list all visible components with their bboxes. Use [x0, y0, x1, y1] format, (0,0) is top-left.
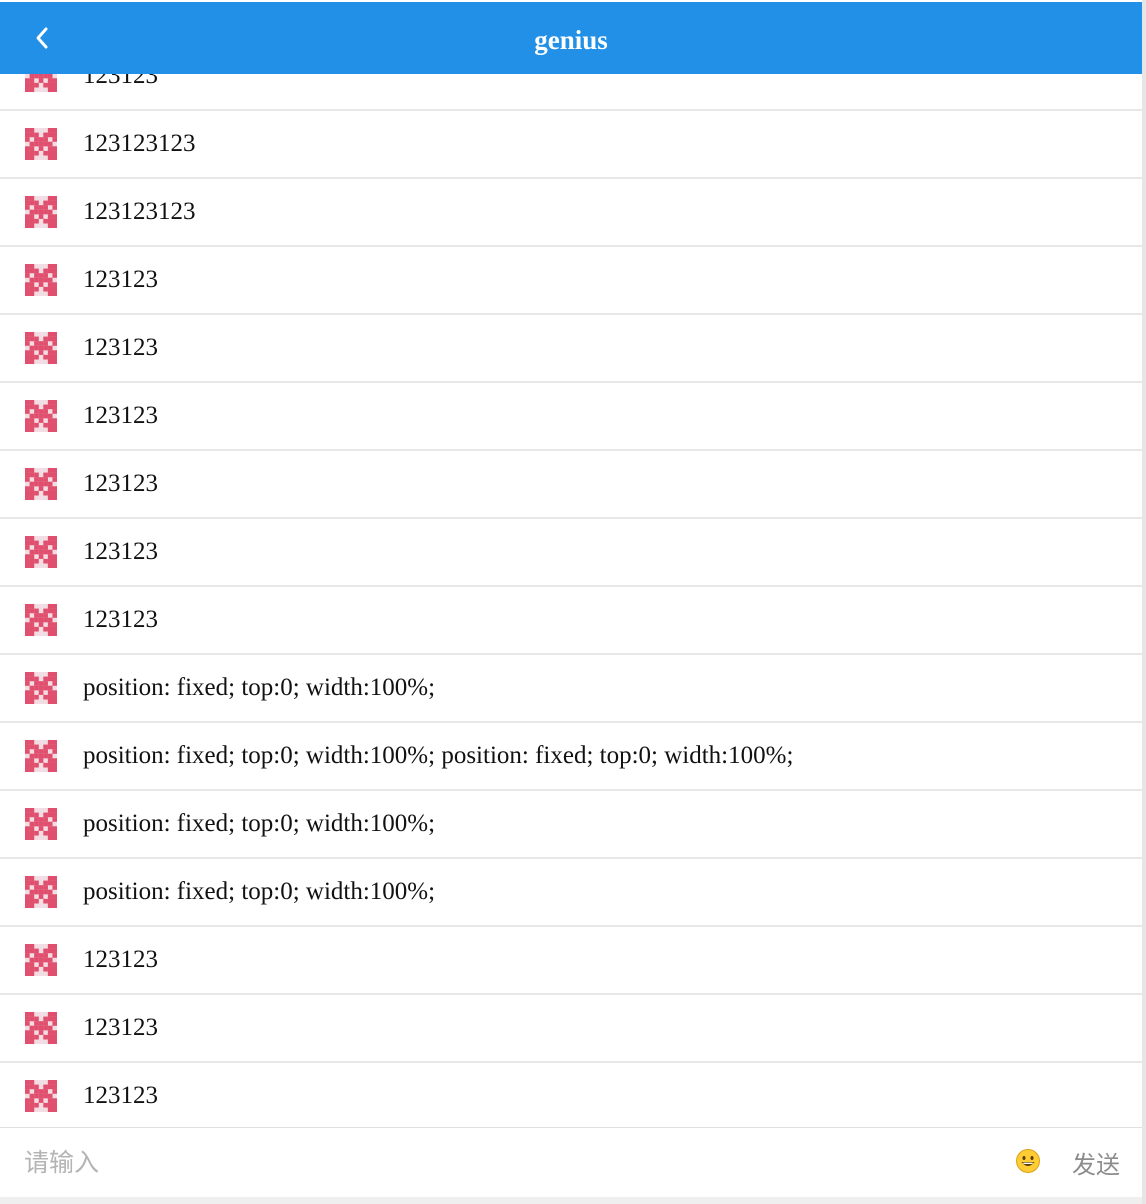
message-row[interactable]: 123123 — [0, 315, 1142, 383]
message-input-bar: 发送 — [0, 1127, 1142, 1198]
avatar[interactable] — [25, 1080, 57, 1112]
bottom-divider — [0, 1197, 1142, 1204]
message-text: 123123123 — [83, 130, 196, 157]
message-row[interactable]: 123123 — [0, 1063, 1142, 1131]
message-text: 123123 — [83, 946, 158, 973]
chat-screen: genius 123123 123123123 123123123 123123 123… — [0, 0, 1146, 1204]
message-row[interactable]: position: fixed; top:0; width:100%; — [0, 791, 1142, 859]
message-text: 123123 — [83, 334, 158, 361]
message-row[interactable]: 123123 — [0, 247, 1142, 315]
top-navigation-bar: genius — [0, 2, 1142, 74]
message-text: 123123 — [83, 470, 158, 497]
message-text: 123123 — [83, 538, 158, 565]
message-row[interactable]: 123123 — [0, 519, 1142, 587]
message-row[interactable]: 123123123 — [0, 111, 1142, 179]
message-row[interactable]: 123123123 — [0, 179, 1142, 247]
avatar[interactable] — [25, 264, 57, 296]
message-text: position: fixed; top:0; width:100%; — [83, 674, 436, 701]
avatar[interactable] — [25, 468, 57, 500]
message-row[interactable]: 123123 — [0, 995, 1142, 1063]
avatar[interactable] — [25, 536, 57, 568]
avatar[interactable] — [25, 128, 57, 160]
message-text: 123123 — [83, 1082, 158, 1109]
message-input[interactable] — [24, 1140, 924, 1184]
message-row[interactable]: 123123 — [0, 587, 1142, 655]
smiley-emoji-icon[interactable] — [1015, 1148, 1041, 1174]
message-row[interactable]: position: fixed; top:0; width:100%; — [0, 859, 1142, 927]
avatar[interactable] — [25, 672, 57, 704]
message-text: position: fixed; top:0; width:100%; — [83, 878, 436, 905]
avatar[interactable] — [25, 332, 57, 364]
avatar[interactable] — [25, 400, 57, 432]
send-button[interactable]: 发送 — [1072, 1145, 1120, 1180]
avatar[interactable] — [25, 876, 57, 908]
message-text: position: fixed; top:0; width:100%; posi… — [83, 742, 794, 769]
message-row[interactable]: position: fixed; top:0; width:100%; posi… — [0, 723, 1142, 791]
avatar[interactable] — [25, 604, 57, 636]
avatar[interactable] — [25, 1012, 57, 1044]
message-text: 123123 — [83, 606, 158, 633]
avatar[interactable] — [25, 808, 57, 840]
message-row[interactable]: 123123 — [0, 383, 1142, 451]
message-row[interactable]: 123123 — [0, 451, 1142, 519]
message-text: 123123 — [83, 402, 158, 429]
avatar[interactable] — [25, 196, 57, 228]
message-list[interactable]: 123123 123123123 123123123 123123 123123 1231… — [0, 43, 1142, 1131]
message-text: 123123 — [83, 1014, 158, 1041]
avatar[interactable] — [25, 944, 57, 976]
message-text: position: fixed; top:0; width:100%; — [83, 810, 436, 837]
page-title: genius — [534, 25, 608, 55]
message-row[interactable]: 123123 — [0, 927, 1142, 995]
message-row[interactable]: position: fixed; top:0; width:100%; — [0, 655, 1142, 723]
message-text: 123123123 — [83, 198, 196, 225]
avatar[interactable] — [25, 740, 57, 772]
message-text: 123123 — [83, 266, 158, 293]
